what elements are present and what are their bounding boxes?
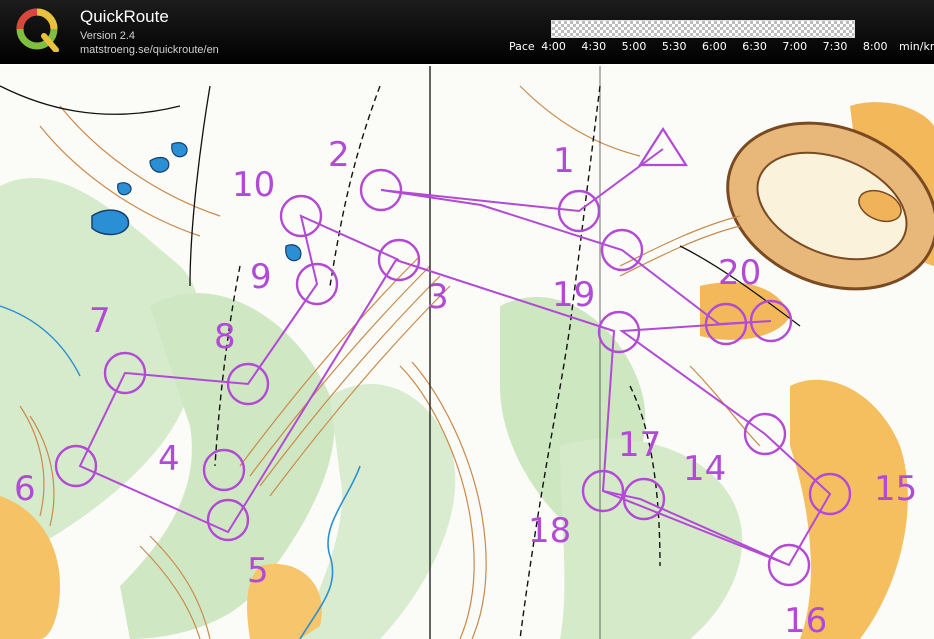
- app-url[interactable]: matstroeng.se/quickroute/en: [80, 44, 219, 56]
- quickroute-logo-icon: [14, 6, 60, 53]
- orienteering-map[interactable]: 1 2 3 4 5 6 7 8 9 10 19 20 14 15 16 17 1…: [0, 66, 934, 639]
- pace-scale-labels: Pace 4:00 4:30 5:00 5:30 6:00 6:30 7:00 …: [509, 40, 934, 53]
- control-label: 18: [528, 511, 571, 551]
- pace-tick: 5:30: [661, 40, 687, 53]
- control-label: 15: [874, 469, 917, 509]
- pace-tick: 5:00: [621, 40, 647, 53]
- control-label: 7: [89, 301, 111, 341]
- pace-tick: 4:30: [581, 40, 607, 53]
- control-label: 14: [683, 449, 726, 489]
- control-label: 4: [158, 439, 180, 479]
- control-label: 5: [247, 551, 269, 591]
- pace-color-scale: [551, 20, 855, 38]
- control-label: 3: [427, 277, 449, 317]
- control-label: 16: [784, 601, 827, 639]
- app-header: QuickRoute Version 2.4 matstroeng.se/qui…: [0, 0, 934, 64]
- pace-unit: min/km: [899, 40, 934, 53]
- app-title: QuickRoute: [80, 7, 169, 26]
- control-label: 19: [552, 275, 595, 315]
- pace-tick: 6:30: [742, 40, 767, 53]
- control-label: 1: [553, 141, 575, 181]
- control-label: 6: [14, 469, 36, 509]
- control-label: 10: [232, 165, 275, 205]
- control-label: 17: [618, 425, 661, 465]
- control-label: 20: [718, 253, 761, 293]
- map-canvas[interactable]: 1 2 3 4 5 6 7 8 9 10 19 20 14 15 16 17 1…: [0, 66, 934, 639]
- pace-tick: 4:00: [541, 40, 566, 53]
- control-label: 8: [214, 317, 236, 357]
- pace-tick: 7:30: [822, 40, 848, 53]
- pace-label: Pace: [509, 40, 535, 53]
- control-label: 2: [328, 135, 350, 175]
- pace-tick: 6:00: [702, 40, 727, 53]
- app-version: Version 2.4: [80, 30, 136, 42]
- control-label: 9: [250, 257, 272, 297]
- pace-tick: 7:00: [782, 40, 808, 53]
- pace-tick: 8:00: [862, 40, 888, 53]
